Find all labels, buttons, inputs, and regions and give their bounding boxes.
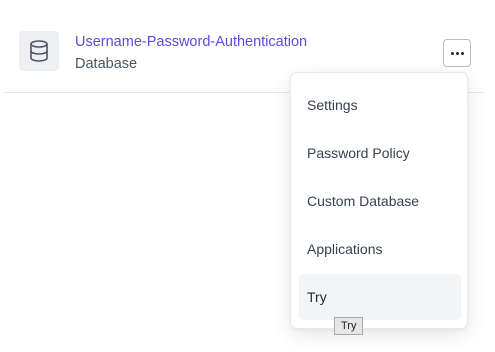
- menu-item-try[interactable]: Try: [299, 274, 461, 320]
- more-horizontal-icon: [450, 51, 464, 55]
- menu-item-password-policy[interactable]: Password Policy: [299, 130, 461, 176]
- connection-name-link[interactable]: Username-Password-Authentication: [75, 34, 307, 50]
- menu-item-applications[interactable]: Applications: [299, 226, 461, 272]
- menu-item-custom-database[interactable]: Custom Database: [299, 178, 461, 224]
- connection-type: Database: [75, 56, 138, 72]
- database-icon: [19, 31, 59, 71]
- actions-dropdown-menu: Settings Password Policy Custom Database…: [290, 72, 468, 329]
- tooltip: Try: [334, 317, 364, 335]
- menu-item-settings[interactable]: Settings: [299, 82, 461, 128]
- more-actions-button[interactable]: [443, 39, 471, 67]
